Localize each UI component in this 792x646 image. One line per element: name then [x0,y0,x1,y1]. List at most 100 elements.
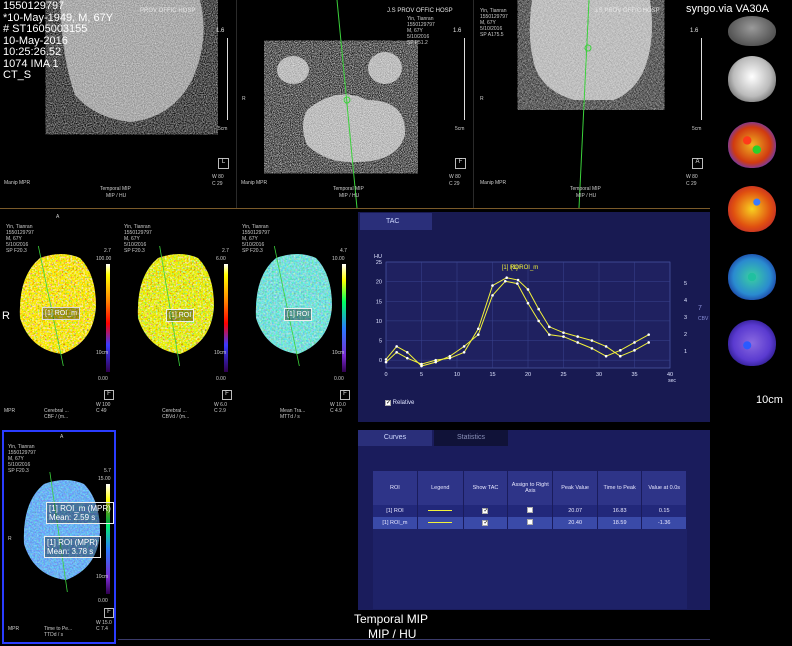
data-point [503,279,507,283]
overlay-line: *10-May-1949, M, 67Y [3,11,114,24]
show-tac-checkbox[interactable] [482,508,489,514]
data-point [505,276,508,280]
info-line: SP F20.3 [242,248,263,254]
x-tick-label: 15 [489,372,495,378]
y2-tick-label: 1 [684,349,687,355]
thumbnail-mtt[interactable] [728,254,776,300]
scale-label: 10cm [96,350,109,356]
cell-peak: 20.07 [552,505,598,517]
roi-stat-title: [1] ROI (MPR) [47,538,98,547]
view-mode-label: Manip MPR [480,180,507,186]
data-point [462,345,466,348]
mtt-brain-map [255,246,332,366]
data-point [384,360,388,364]
relative-checkbox[interactable] [385,400,391,406]
data-point [604,345,608,348]
roi-label[interactable]: [1] ROI [284,308,313,321]
col-roi[interactable]: ROI [373,471,418,505]
data-point [395,345,398,348]
viewport-coronal-slice[interactable]: J.S PROV OFFIC HOSP Yin, Tianran 1550129… [237,0,473,208]
roi-stat-box-roi-m[interactable]: [1] ROI_m (MPR) Mean: 2.59 s [46,502,114,524]
orientation-marker: F [455,158,466,169]
col-show-tac[interactable]: Show TAC [463,471,509,505]
orientation-anterior: A [56,214,60,220]
data-point [491,284,494,287]
col-time-to-peak[interactable]: Time to Peak [597,471,643,505]
viewport-cbf-map[interactable]: Yin, Tianran 1550129797 M, 67Y 5/10/2016… [0,210,118,428]
roi-stat-box-roi[interactable]: [1] ROI (MPR) Mean: 3.78 s [44,536,101,558]
window-center: C 4.9 [330,408,342,414]
tab-curves[interactable]: Curves [358,430,432,446]
table-row[interactable]: [1] ROI 20.07 16.83 0.15 [373,505,687,517]
col-value-at-0[interactable]: Value at 0.0s [641,471,687,505]
roi-label[interactable]: [1] ROI_m [42,307,80,320]
scale-label: 10cm [332,350,345,356]
scale-label: 5cm [218,126,228,132]
cell-show-tac[interactable] [463,505,509,517]
map-unit: TTDd / s [44,632,64,638]
assign-right-axis-checkbox[interactable] [527,519,534,525]
legend-line [428,510,453,512]
roi-label[interactable]: [1] ROI [166,309,195,322]
colorbar-min: 0.00 [334,376,344,382]
col-legend[interactable]: Legend [417,471,464,505]
roi-stat-mean: Mean: 2.59 s [49,513,96,522]
cell-assign[interactable] [507,505,554,517]
thumbnail-ct[interactable] [728,16,776,46]
thumbnail-mip[interactable] [728,56,776,102]
right-axis-title: CBV [698,316,709,322]
x-tick-label: 5 [420,372,423,378]
thumbnail-cbf[interactable] [728,122,776,168]
relative-toggle[interactable]: Relative [385,400,414,406]
table-row[interactable]: [1] ROI_m 20.40 18.59 -1.36 [373,517,687,529]
data-point [619,349,622,352]
y-tick-label: 0 [379,358,382,364]
cell-ttp: 16.83 [597,505,643,517]
scale-top-value: 2.7 [104,248,111,254]
show-tac-checkbox[interactable] [482,520,489,526]
orientation-right: R [242,96,246,102]
cell-show-tac[interactable] [463,517,509,529]
y2-tick-label: 3 [684,315,687,321]
relative-label: Relative [392,400,415,406]
x-tick-label: 0 [384,372,387,378]
tac-chart[interactable]: 05101520250 5 10 15 20 25 30 35 40123457CBVHUsec… [358,240,710,410]
viewport-coronal[interactable]: J.S PROV OFFIC HOSP Yin, Tianran 1550129… [474,0,710,208]
thumbnail-cbv[interactable] [728,186,776,232]
scale-label: 5cm [692,126,702,132]
overlay-line: # ST1605003155 [3,23,88,35]
info-line: SP F20.3 [8,468,29,474]
window-center: C 29 [212,181,223,187]
col-peak-value[interactable]: Peak Value [552,471,598,505]
window-width: W 80 [449,174,461,180]
right-axis-value: 7 [698,305,702,312]
patient-info: Yin, Tianran 1550129797 M, 67Y 5/10/2016… [6,224,34,254]
colorbar-max: 6.00 [216,256,226,262]
data-point [619,354,622,358]
patient-info: Yin, Tianran 1550129797 M, 67Y 5/10/2016… [8,444,36,474]
overlay-line: 1550129797 [3,0,65,12]
scale-bar [227,38,228,120]
orientation-marker: F [340,390,350,400]
data-point [590,339,594,342]
viewport-ttp-map[interactable]: Yin, Tianran 1550129797 M, 67Y 5/10/2016… [2,430,116,644]
tab-statistics[interactable]: Statistics [434,430,508,446]
y-tick-label: 20 [376,280,382,286]
viewport-sagittal[interactable]: 1550129797 *10-May-1949, M, 67Y # ST1605… [0,0,236,208]
patient-info: Yin, Tianran 1550129797 M, 67Y 5/10/2016… [242,224,270,254]
viewport-cbv-map[interactable]: Yin, Tianran 1550129797 M, 67Y 5/10/2016… [118,210,236,428]
data-point [576,341,579,344]
cell-assign[interactable] [507,517,554,529]
data-point [462,350,466,354]
viewport-mtt-map[interactable]: Yin, Tianran 1550129797 M, 67Y 5/10/2016… [236,210,354,428]
coronal-image [529,0,652,208]
assign-right-axis-checkbox[interactable] [527,507,534,513]
window-width: W 80 [686,174,698,180]
data-point [420,362,423,366]
window-center: C 2.9 [214,408,226,414]
data-point [647,341,650,344]
view-mode-label: MPR [4,408,16,414]
col-assign-right-axis[interactable]: Assign to Right Axis [507,471,554,505]
tab-tac[interactable]: TAC [360,213,432,230]
thumbnail-ttp[interactable] [728,320,776,366]
